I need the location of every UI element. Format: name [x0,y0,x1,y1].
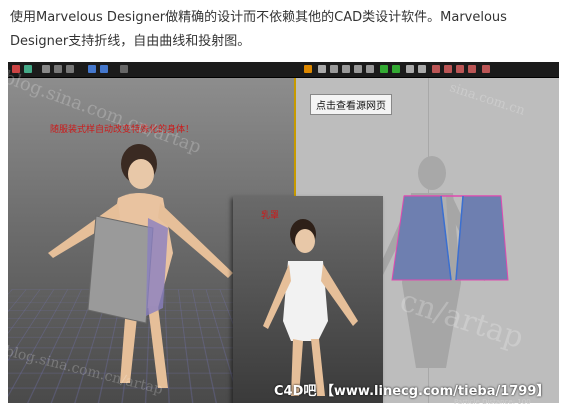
view-source-tooltip[interactable]: 点击查看源网页 [310,94,392,115]
zoom-tool-icon[interactable] [482,65,490,73]
fold-tool-icon[interactable] [406,65,414,73]
trace-tool-icon[interactable] [418,65,426,73]
back-pattern-piece [455,195,509,281]
avatar-preview-inset: 乳罩 [233,196,383,403]
rectangle-tool-icon[interactable] [366,65,374,73]
sew-tool-icon[interactable] [392,65,400,73]
seam-tool-icon[interactable] [380,65,388,73]
move-tool-icon[interactable] [24,65,32,73]
caption-line-1: 使用Marvelous Designer做精确的设计而不依赖其他的CAD类设计软… [10,10,507,25]
polygon-tool-icon[interactable] [354,65,362,73]
camera-tool-icon[interactable] [120,65,128,73]
view-tool-icon[interactable] [88,65,96,73]
display-tool-icon[interactable] [100,65,108,73]
notch-tool-icon[interactable] [456,65,464,73]
app-screenshot: 随服装式样自动改变特殊化的身体！ 乳罩 blog.sina.com.cn/art… [8,62,559,403]
status-text: Particle Distance: 100 [454,398,531,406]
article-caption: 使用Marvelous Designer做精确的设计而不依赖其他的CAD类设计软… [10,6,555,54]
site-watermark: C4D吧 【www.linecg.com/tieba/1799】 [274,384,550,399]
caption-line-2: Designer支持折线，自由曲线和投射图。 [10,34,251,49]
arrange-tool-icon[interactable] [432,65,440,73]
rotate-tool-icon[interactable] [54,65,62,73]
texture-tool-icon[interactable] [444,65,452,73]
simulate-icon[interactable] [304,65,312,73]
curve-tool-icon[interactable] [342,65,350,73]
select-tool-icon[interactable] [42,65,50,73]
pattern-tool-icon[interactable] [318,65,326,73]
toolbar [8,62,559,78]
scale-tool-icon[interactable] [66,65,74,73]
pin-tool-icon[interactable] [468,65,476,73]
inset-annotation: 乳罩 [261,211,280,221]
dressed-avatar-figure [263,219,358,396]
segment-tool-icon[interactable] [330,65,338,73]
